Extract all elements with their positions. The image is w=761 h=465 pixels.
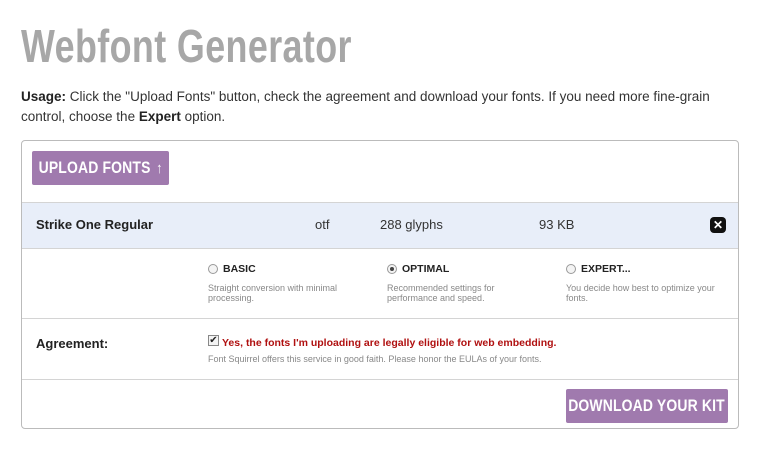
usage-text-after: option. xyxy=(180,109,226,124)
mode-label-expert: EXPERT... xyxy=(581,263,631,275)
divider xyxy=(22,318,738,319)
agreement-label: Agreement: xyxy=(36,336,109,351)
page-title: Webfont Generator xyxy=(21,20,352,72)
arrow-up-icon: ↑ xyxy=(156,160,163,177)
mode-desc-basic: Straight conversion with minimal process… xyxy=(208,283,338,303)
radio-expert[interactable] xyxy=(566,264,576,274)
usage-text-before: Click the "Upload Fonts" button, check t… xyxy=(21,89,710,124)
font-glyph-count: 288 glyphs xyxy=(380,217,443,232)
mode-desc-expert: You decide how best to optimize your fon… xyxy=(566,283,715,303)
generator-panel: UPLOAD FONTS ↑ Strike One Regular otf 28… xyxy=(21,140,739,429)
usage-label: Usage: xyxy=(21,89,67,104)
radio-optimal[interactable] xyxy=(387,264,397,274)
divider xyxy=(22,248,738,249)
download-kit-button[interactable]: DOWNLOAD YOUR KIT xyxy=(566,389,728,423)
download-kit-label: DOWNLOAD YOUR KIT xyxy=(568,396,726,415)
agreement-note: Font Squirrel offers this service in goo… xyxy=(208,354,542,364)
upload-fonts-button[interactable]: UPLOAD FONTS ↑ xyxy=(32,151,169,185)
agreement-checkbox[interactable]: ✔ xyxy=(208,335,219,346)
mode-desc-optimal: Recommended settings for performance and… xyxy=(387,283,495,303)
font-format: otf xyxy=(315,217,330,232)
upload-fonts-label: UPLOAD FONTS xyxy=(38,158,151,177)
mode-label-optimal: OPTIMAL xyxy=(402,263,450,275)
mode-label-basic: BASIC xyxy=(223,263,256,275)
agreement-text: Yes, the fonts I'm uploading are legally… xyxy=(222,337,557,349)
radio-basic[interactable] xyxy=(208,264,218,274)
divider xyxy=(22,379,738,380)
close-icon[interactable]: ✕ xyxy=(710,217,726,233)
font-file-row: Strike One Regular otf 288 glyphs 93 KB … xyxy=(22,203,738,248)
font-name: Strike One Regular xyxy=(36,217,154,232)
usage-expert-keyword: Expert xyxy=(138,109,181,124)
font-file-size: 93 KB xyxy=(539,217,575,232)
usage-instructions: Usage: Click the "Upload Fonts" button, … xyxy=(21,87,721,127)
